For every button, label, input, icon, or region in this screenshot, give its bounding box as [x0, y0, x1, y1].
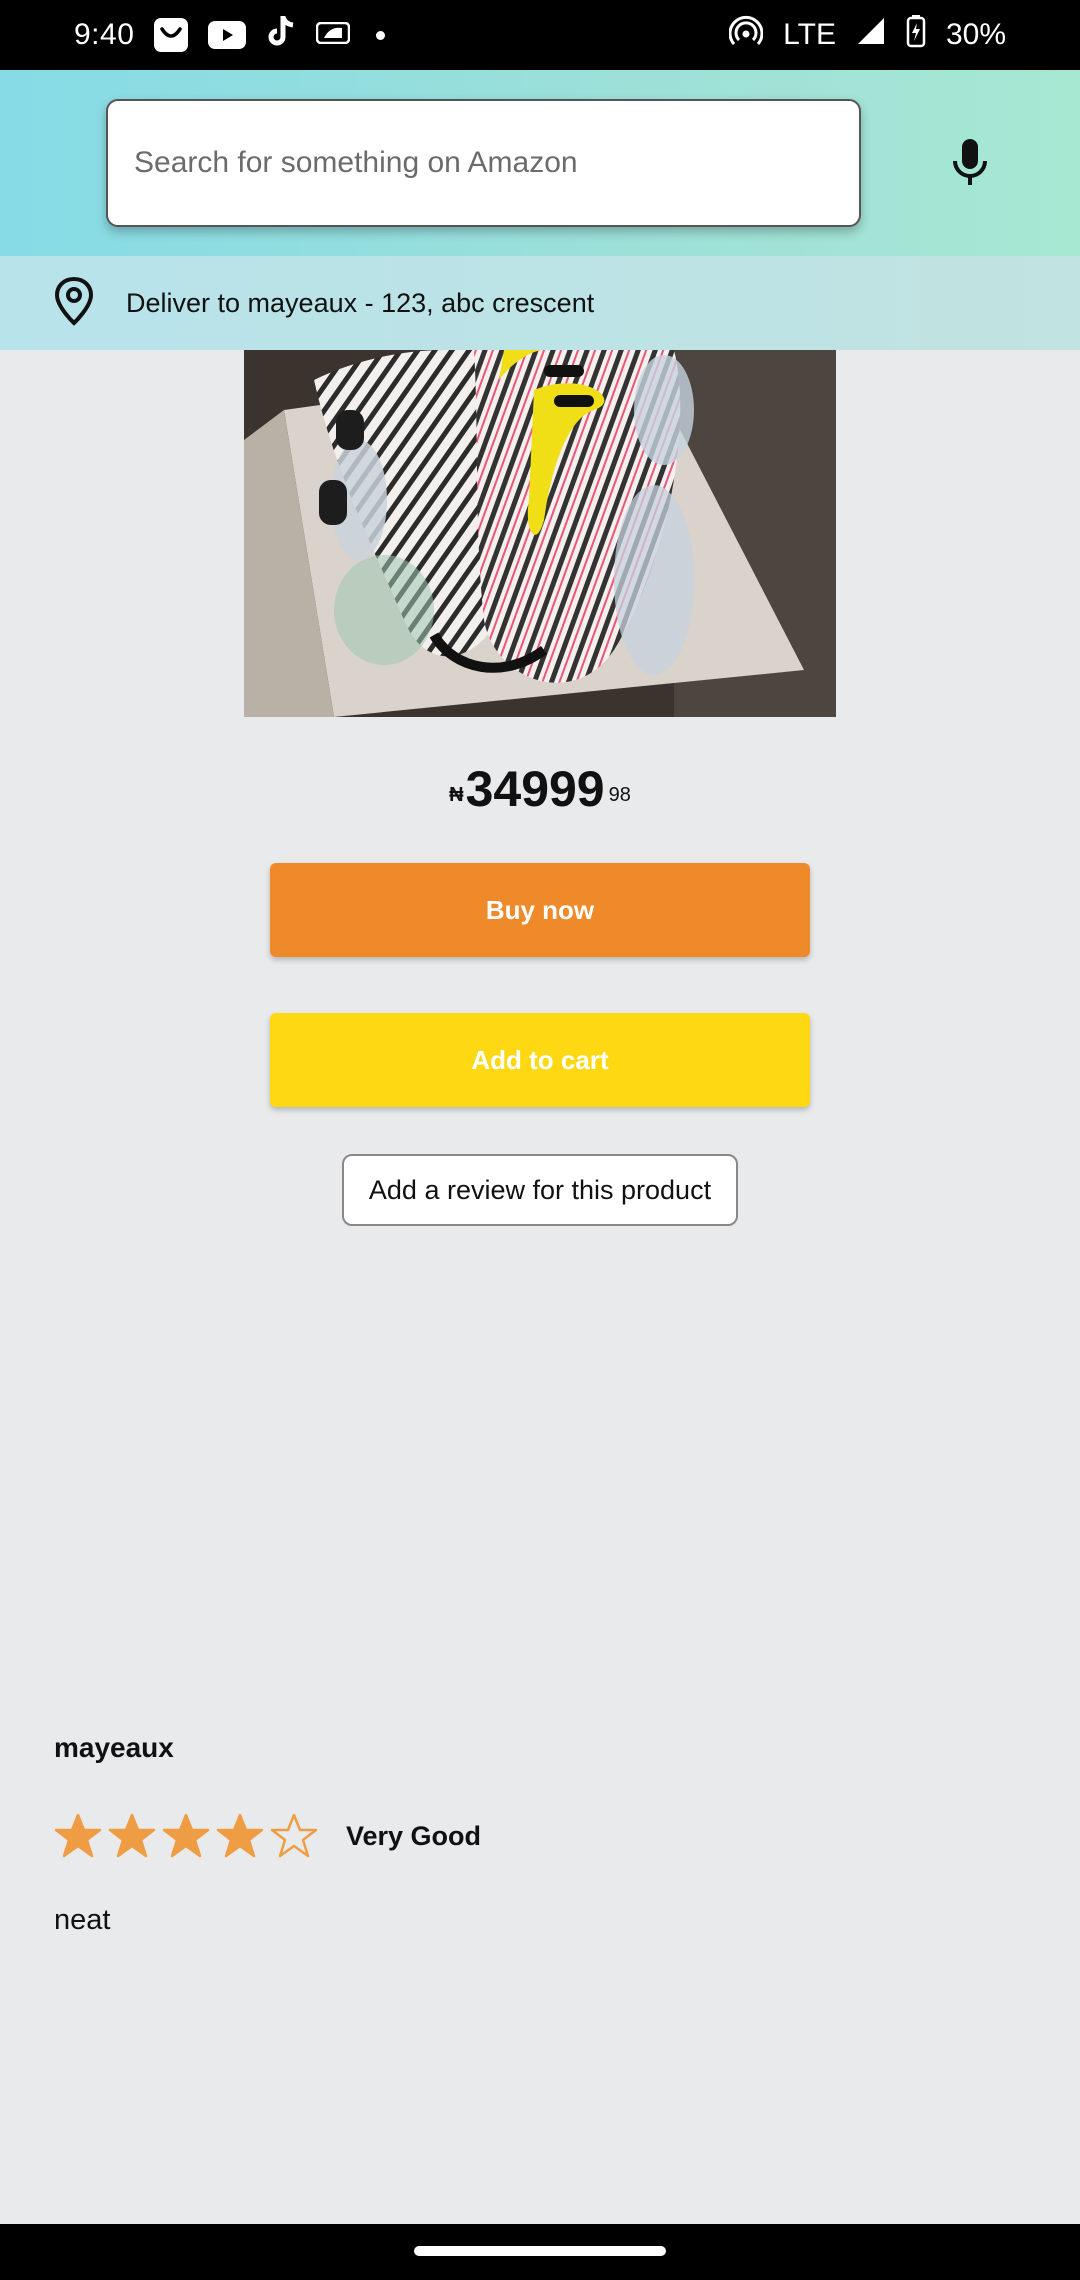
price-fraction: 98 [608, 784, 631, 806]
currency-symbol: ₦ [449, 784, 464, 806]
star-filled-icon [108, 1813, 156, 1858]
status-left: 9:40 [74, 14, 386, 56]
add-review-button[interactable]: Add a review for this product [342, 1154, 738, 1226]
delivery-bar[interactable]: Deliver to mayeaux - 123, abc crescent [0, 256, 1080, 350]
mic-icon[interactable] [940, 134, 1000, 194]
price-whole: 34999 [465, 761, 605, 817]
app-header [0, 70, 1080, 256]
location-pin-icon [52, 275, 96, 332]
rating-label: Very Good [346, 1820, 482, 1851]
review-item: mayeaux Very Good neat [54, 1732, 1034, 1936]
hotspot-icon [728, 14, 764, 56]
review-text: neat [54, 1904, 111, 1936]
mlb-icon [316, 18, 351, 52]
star-filled-icon [54, 1813, 102, 1858]
status-time: 9:40 [74, 18, 135, 51]
dot-icon [376, 30, 386, 40]
add-to-cart-button[interactable]: Add to cart [270, 1013, 810, 1107]
status-right: LTE 30% [728, 14, 1006, 56]
rating-row: Very Good [54, 1812, 481, 1860]
star-rating [54, 1812, 318, 1860]
shopping-bag-icon [154, 18, 189, 52]
product-image[interactable] [244, 350, 836, 717]
battery-percent: 30% [945, 18, 1006, 51]
youtube-icon [208, 21, 247, 49]
tiktok-icon [266, 14, 296, 56]
buy-now-button[interactable]: Buy now [270, 863, 810, 957]
delivery-address: Deliver to mayeaux - 123, abc crescent [126, 287, 595, 318]
battery-icon [906, 14, 926, 56]
review-author: mayeaux [54, 1732, 174, 1763]
status-bar: 9:40 LTE 30% [0, 0, 1080, 70]
search-input[interactable] [134, 146, 859, 180]
product-price: ₦ 34999 98 [0, 760, 1080, 818]
star-empty-icon [270, 1813, 318, 1858]
signal-icon [856, 16, 886, 54]
home-indicator[interactable] [414, 2246, 666, 2256]
star-filled-icon [216, 1813, 264, 1858]
search-box[interactable] [106, 99, 861, 227]
network-type: LTE [783, 18, 836, 51]
navigation-bar [0, 2224, 1080, 2280]
star-filled-icon [162, 1813, 210, 1858]
